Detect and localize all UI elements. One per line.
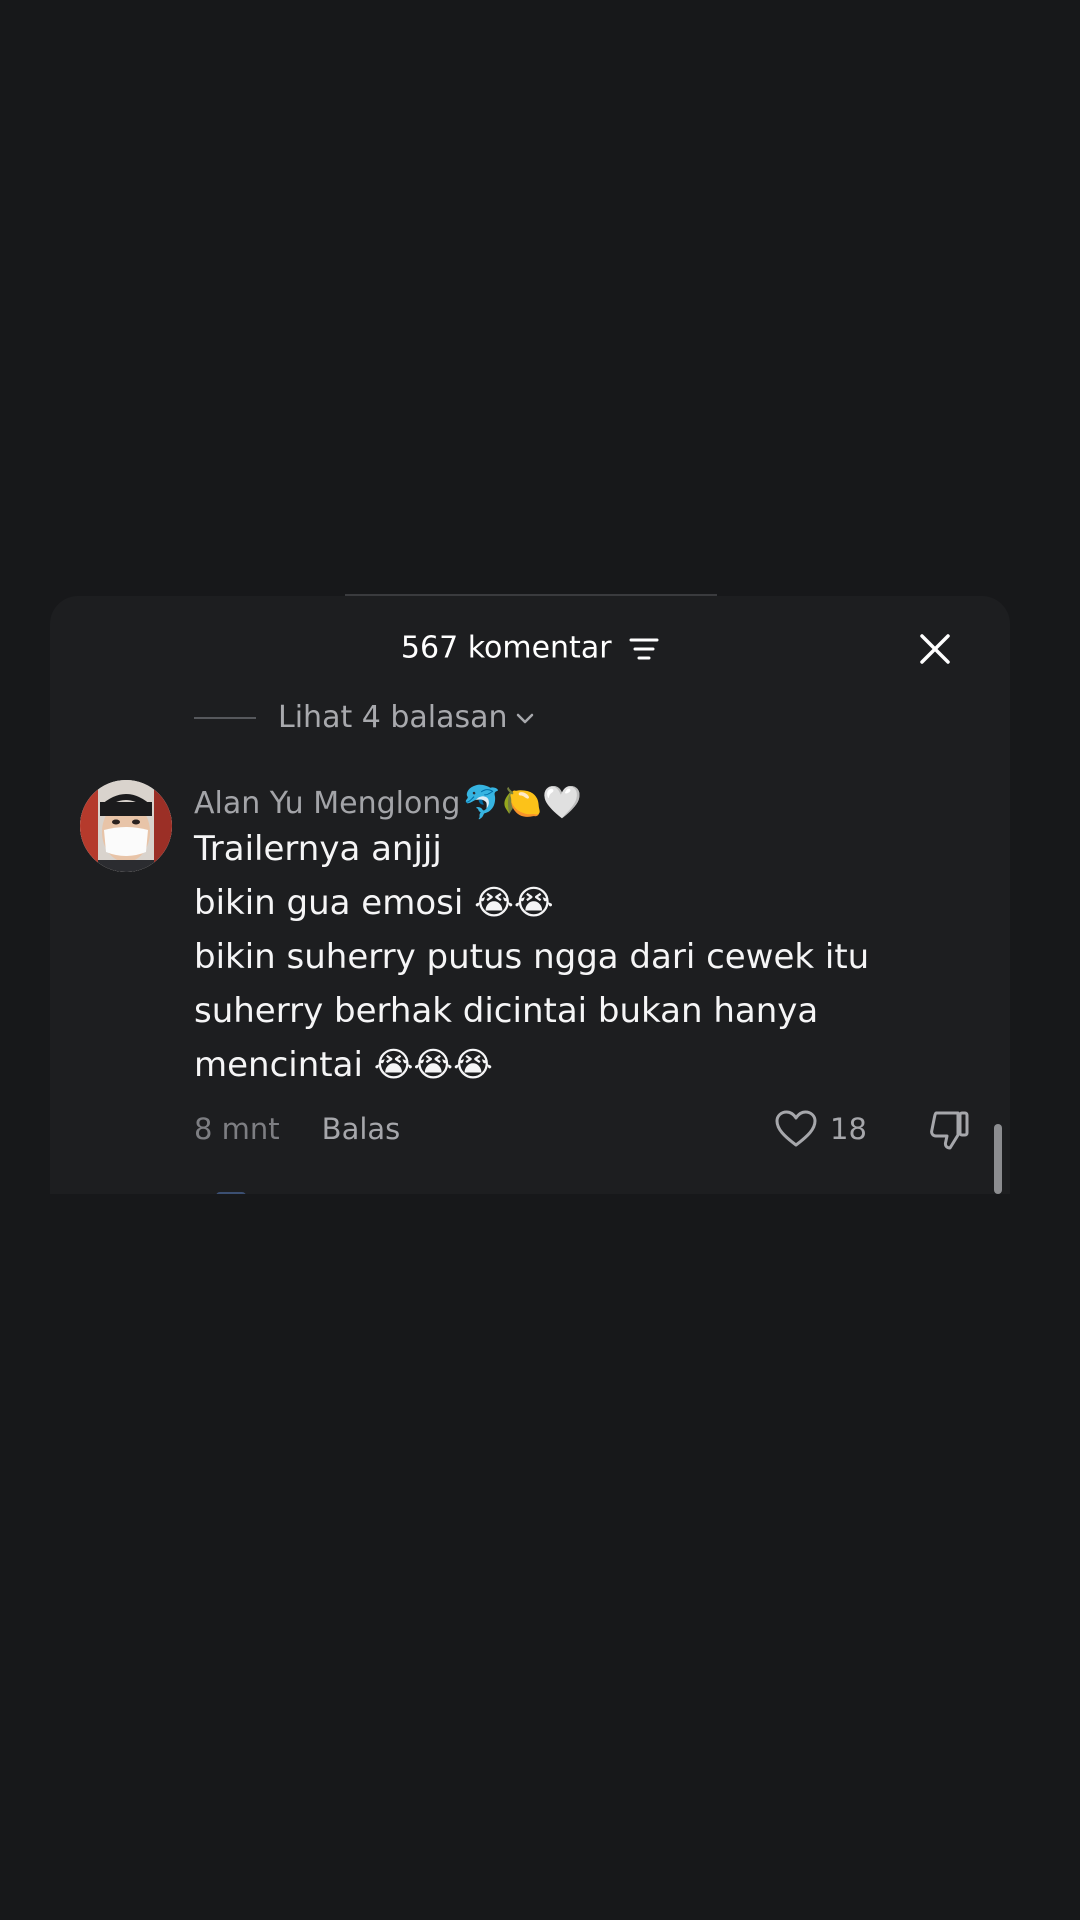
comment-line: bikin gua emosi 😭😭 bbox=[194, 883, 554, 923]
close-button[interactable] bbox=[912, 626, 958, 672]
screen: 567 komentar Lihat 4 balasan Alan Yu Men… bbox=[0, 0, 1080, 1920]
chevron-down-icon bbox=[516, 713, 533, 724]
comments-header: 567 komentar bbox=[50, 596, 1010, 700]
dislike-button[interactable] bbox=[926, 1108, 972, 1154]
thumbs-down-icon bbox=[930, 1111, 969, 1150]
comment-username[interactable]: Alan Yu Menglong🐬🍋🤍 bbox=[194, 780, 582, 826]
comment-line: Trailernya anjjj bbox=[194, 829, 442, 869]
comment-line: bikin suherry putus ngga dari cewek itu bbox=[194, 937, 870, 977]
username-emojis: 🐬🍋🤍 bbox=[462, 783, 582, 821]
filter-icon[interactable] bbox=[629, 636, 659, 662]
like-button[interactable]: 18 bbox=[774, 1104, 867, 1154]
comment-line: suherry berhak dicintai bukan hanya bbox=[194, 991, 819, 1031]
comment-timestamp: 8 mnt bbox=[194, 1112, 280, 1146]
next-comment-avatar-peek bbox=[216, 1192, 246, 1194]
reply-button[interactable]: Balas bbox=[322, 1112, 401, 1146]
username-text: Alan Yu Menglong bbox=[194, 786, 461, 821]
heart-outline-icon bbox=[775, 1110, 817, 1147]
comment-count-sort[interactable]: 567 komentar bbox=[50, 628, 1010, 669]
scrollbar[interactable] bbox=[994, 1124, 1002, 1194]
like-count: 18 bbox=[830, 1112, 867, 1146]
view-replies-label: Lihat 4 balasan bbox=[278, 700, 508, 735]
avatar[interactable] bbox=[80, 780, 172, 872]
replies-divider bbox=[194, 717, 256, 719]
comments-sheet: 567 komentar Lihat 4 balasan Alan Yu Men… bbox=[50, 596, 1010, 1194]
avatar-image bbox=[80, 780, 172, 872]
close-icon bbox=[920, 634, 950, 664]
comment-line: mencintai 😭😭😭 bbox=[194, 1045, 493, 1085]
comment-count-label: 567 komentar bbox=[400, 630, 612, 666]
comment-meta: 8 mnt Balas bbox=[194, 1104, 400, 1154]
comment-text: Trailernya anjjj bikin gua emosi 😭😭 biki… bbox=[194, 822, 974, 1092]
view-replies-toggle[interactable]: Lihat 4 balasan bbox=[194, 698, 536, 738]
